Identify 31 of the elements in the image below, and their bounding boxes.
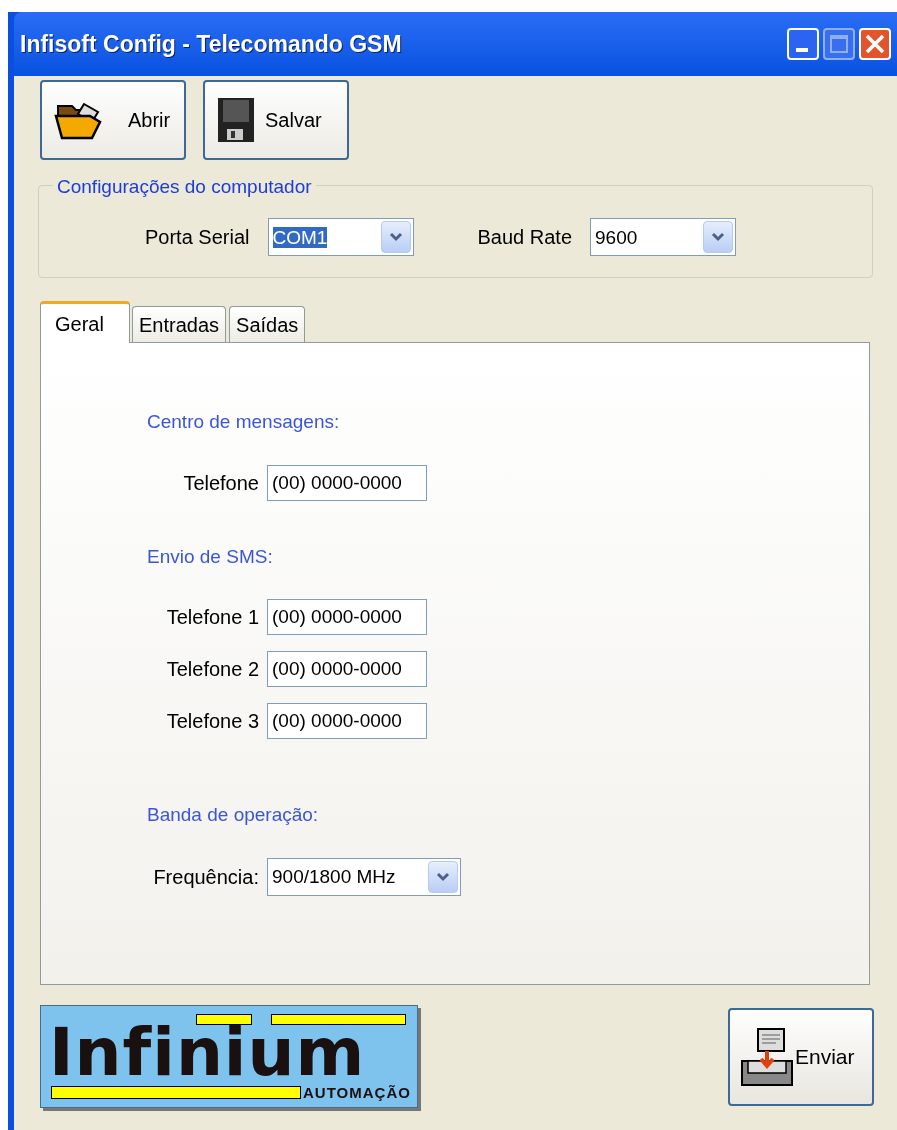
send-button[interactable]: Enviar bbox=[728, 1008, 874, 1106]
tab[interactable]: Entradas bbox=[132, 306, 227, 342]
logo-stripe bbox=[196, 1014, 252, 1025]
field-label: Telefone 1 bbox=[165, 605, 260, 630]
computer-download-icon bbox=[740, 1027, 794, 1087]
tab[interactable]: Saídas bbox=[229, 306, 306, 342]
dropdown[interactable]: 9600 bbox=[590, 218, 736, 256]
logo-wordmark: Infinium bbox=[49, 1020, 366, 1086]
window-title: Infisoft Config - Telecomando GSM bbox=[20, 29, 403, 59]
tab[interactable]: Geral bbox=[40, 301, 130, 343]
field-label: Telefone 3 bbox=[165, 709, 260, 734]
phone-input-field[interactable]: (00) 0000-0000 bbox=[267, 651, 427, 687]
field-label: Frequência: bbox=[152, 864, 260, 890]
field-label: Telefone 2 bbox=[165, 657, 260, 682]
folder-icon bbox=[54, 100, 104, 140]
minimize-button[interactable] bbox=[787, 28, 819, 60]
section-heading: Envio de SMS: bbox=[147, 544, 274, 569]
open-button[interactable]: Abrir bbox=[40, 80, 186, 160]
field-label: Baud Rate bbox=[477, 225, 572, 250]
phone-input-field[interactable]: (00) 0000-0000 bbox=[267, 703, 427, 739]
phone-input-field[interactable]: (00) 0000-0000 bbox=[267, 464, 427, 501]
section-heading: Banda de operação: bbox=[147, 803, 320, 827]
close-button[interactable] bbox=[859, 28, 891, 60]
field-label: Telefone bbox=[182, 470, 260, 496]
phone-input-field[interactable]: (00) 0000-0000 bbox=[267, 599, 427, 635]
dropdown[interactable]: 900/1800 MHz bbox=[267, 857, 461, 896]
field-label: Porta Serial bbox=[145, 225, 250, 250]
section-heading: Centro de mensagens: bbox=[147, 410, 341, 434]
save-button[interactable]: Salvar bbox=[203, 80, 349, 160]
dropdown[interactable]: COM1 bbox=[267, 218, 414, 256]
logo-subtitle: AUTOMAÇÃO bbox=[303, 1083, 411, 1103]
